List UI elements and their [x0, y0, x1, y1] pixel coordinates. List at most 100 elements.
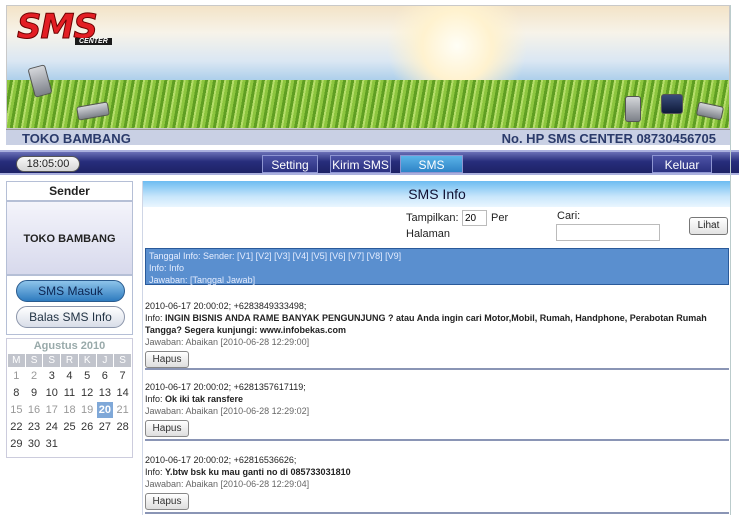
calendar-day[interactable]: 10 — [43, 385, 61, 401]
nav-sms-masuk[interactable]: SMS Masuk — [400, 155, 463, 190]
calendar-day[interactable]: 4 — [61, 368, 78, 384]
sidebar-item-balas-sms-info[interactable]: Balas SMS Info — [16, 306, 125, 328]
hp-sms-center: No. HP SMS CENTER 08730456705 — [501, 131, 716, 146]
calendar-day[interactable]: 27 — [96, 419, 114, 435]
page-title: SMS Info — [143, 181, 731, 207]
calendar-day[interactable]: 8 — [8, 385, 25, 401]
calendar-weekday: R — [61, 354, 78, 367]
legend-box: Tanggal Info: Sender: [V1] [V2] [V3] [V4… — [145, 248, 729, 285]
calendar-day[interactable]: 5 — [78, 368, 96, 384]
sidebar-item-sms-masuk[interactable]: SMS Masuk — [16, 280, 125, 302]
message-jawaban: Jawaban: Abaikan [2010-06-28 12:29:04] — [145, 479, 310, 489]
calendar-day[interactable]: 29 — [8, 436, 25, 452]
shop-name: TOKO BAMBANG — [22, 131, 131, 146]
tampilkan-label: Tampilkan: — [406, 212, 459, 224]
sidebar: Sender TOKO BAMBANG SMS Masuk Balas SMS … — [6, 181, 133, 511]
message-info-text: Y.btw bsk ku mau ganti no di 08573303181… — [165, 467, 351, 477]
message-jawaban: Jawaban: Abaikan [2010-06-28 12:29:00] — [145, 337, 310, 347]
filter-bar: Tampilkan: Per Halaman Cari: Lihat — [143, 207, 731, 247]
hapus-button[interactable]: Hapus — [145, 420, 189, 437]
search-input[interactable] — [556, 224, 660, 241]
message-meta: 2010-06-17 20:00:02; +62816536626; — [145, 455, 297, 465]
page-border — [730, 5, 731, 515]
shop-bar: TOKO BAMBANG No. HP SMS CENTER 087304567… — [6, 129, 730, 146]
message-info: Info: Y.btw bsk ku mau ganti no di 08573… — [145, 466, 729, 478]
calendar-day[interactable]: 11 — [61, 385, 78, 401]
message-meta: 2010-06-17 20:00:02; +6283849333498; — [145, 301, 307, 311]
calendar-day[interactable]: 30 — [25, 436, 43, 452]
message-info-text: INGIN BISNIS ANDA RAME BANYAK PENGUNJUNG… — [145, 313, 707, 335]
calendar-title: Agustus 2010 — [33, 340, 106, 352]
calendar-day[interactable]: 19 — [78, 402, 96, 418]
logo-subtext: CENTER — [75, 38, 112, 45]
calendar-day[interactable]: 7 — [114, 368, 131, 384]
calendar-weekday: S — [114, 354, 131, 367]
nav-keluar[interactable]: Keluar — [652, 155, 712, 173]
header-banner: SMS CENTER — [6, 5, 730, 129]
calendar-day[interactable]: 24 — [43, 419, 61, 435]
legend-line: Info: Info — [149, 263, 185, 273]
message-info-prefix: Info: — [145, 394, 166, 404]
calendar-day[interactable]: 26 — [78, 419, 96, 435]
calendar-day — [78, 436, 96, 452]
sidebar-menu: SMS Masuk Balas SMS Info — [6, 275, 133, 335]
calendar-day[interactable]: 25 — [61, 419, 78, 435]
tampilkan-input[interactable] — [462, 210, 487, 226]
calendar-weekday: S — [25, 354, 43, 367]
calendar-weekday: J — [96, 354, 114, 367]
sender-name: TOKO BAMBANG — [6, 201, 133, 275]
cari-label: Cari: — [557, 210, 581, 222]
calendar-day[interactable]: 20 — [96, 402, 114, 418]
message-info-prefix: Info: — [145, 467, 166, 477]
legend-line: Jawaban: [Tanggal Jawab] — [149, 275, 256, 285]
calendar-day[interactable]: 17 — [43, 402, 61, 418]
calendar-weekday: M — [8, 354, 25, 367]
calendar-day — [61, 436, 78, 452]
calendar-day[interactable]: 13 — [96, 385, 114, 401]
lihat-button[interactable]: Lihat — [689, 217, 728, 235]
message-info-prefix: Info: — [145, 313, 166, 323]
calendar-day[interactable]: 9 — [25, 385, 43, 401]
top-nav: 18:05:00 Setting Kirim SMS SMS Masuk Kel… — [0, 150, 739, 190]
calendar-weekday: K — [78, 354, 96, 367]
calendar-day[interactable]: 21 — [114, 402, 131, 418]
message-info-text: Ok iki tak ransfere — [165, 394, 244, 404]
hapus-button[interactable]: Hapus — [145, 493, 189, 510]
message-info: Info: INGIN BISNIS ANDA RAME BANYAK PENG… — [145, 312, 729, 336]
message-item: 2010-06-17 20:00:02; +62816536626; Info:… — [145, 454, 729, 514]
calendar: Agustus 2010 MSSRKJS 1 2 3 4 5 6 7 8 9 10 11 12 13 14… — [6, 338, 133, 458]
calendar-weekday: S — [43, 354, 61, 367]
calendar-grid: MSSRKJS 1 2 3 4 5 6 7 8 9 10 11 12 13 14 15 16 17 18 19 20 2… — [7, 353, 132, 453]
message-item: 2010-06-17 20:00:02; +6283849333498; Inf… — [145, 300, 729, 370]
calendar-day[interactable]: 12 — [78, 385, 96, 401]
calendar-day[interactable]: 1 — [8, 368, 25, 384]
calendar-day[interactable]: 18 — [61, 402, 78, 418]
legend-line: Tanggal Info: Sender: [V1] [V2] [V3] [V4… — [149, 251, 402, 261]
calendar-day[interactable]: 28 — [114, 419, 131, 435]
logo[interactable]: SMS CENTER — [17, 10, 127, 48]
calendar-day[interactable]: 22 — [8, 419, 25, 435]
calendar-day[interactable]: 31 — [43, 436, 61, 452]
sender-heading: Sender — [6, 181, 133, 201]
calendar-day[interactable]: 23 — [25, 419, 43, 435]
calendar-day[interactable]: 14 — [114, 385, 131, 401]
message-item: 2010-06-17 20:00:02; +6281357617119; Inf… — [145, 381, 729, 441]
calendar-day[interactable]: 16 — [25, 402, 43, 418]
nav-setting[interactable]: Setting — [262, 155, 318, 173]
message-jawaban: Jawaban: Abaikan [2010-06-28 12:29:02] — [145, 406, 310, 416]
calendar-day[interactable]: 2 — [25, 368, 43, 384]
nav-kirim-sms[interactable]: Kirim SMS — [330, 155, 391, 173]
phone-icon — [625, 96, 641, 122]
message-meta: 2010-06-17 20:00:02; +6281357617119; — [145, 382, 306, 392]
halaman-label: Halaman — [406, 228, 451, 240]
calendar-day — [114, 436, 131, 452]
banner-grass — [7, 80, 729, 128]
calendar-day — [96, 436, 114, 452]
calendar-day[interactable]: 15 — [8, 402, 25, 418]
main-panel: SMS Info Tampilkan: Per Halaman Cari: Li… — [142, 181, 731, 515]
per-label: Per — [491, 212, 509, 224]
calendar-day[interactable]: 6 — [96, 368, 114, 384]
hapus-button[interactable]: Hapus — [145, 351, 189, 368]
calendar-day[interactable]: 3 — [43, 368, 61, 384]
clock: 18:05:00 — [16, 156, 80, 172]
